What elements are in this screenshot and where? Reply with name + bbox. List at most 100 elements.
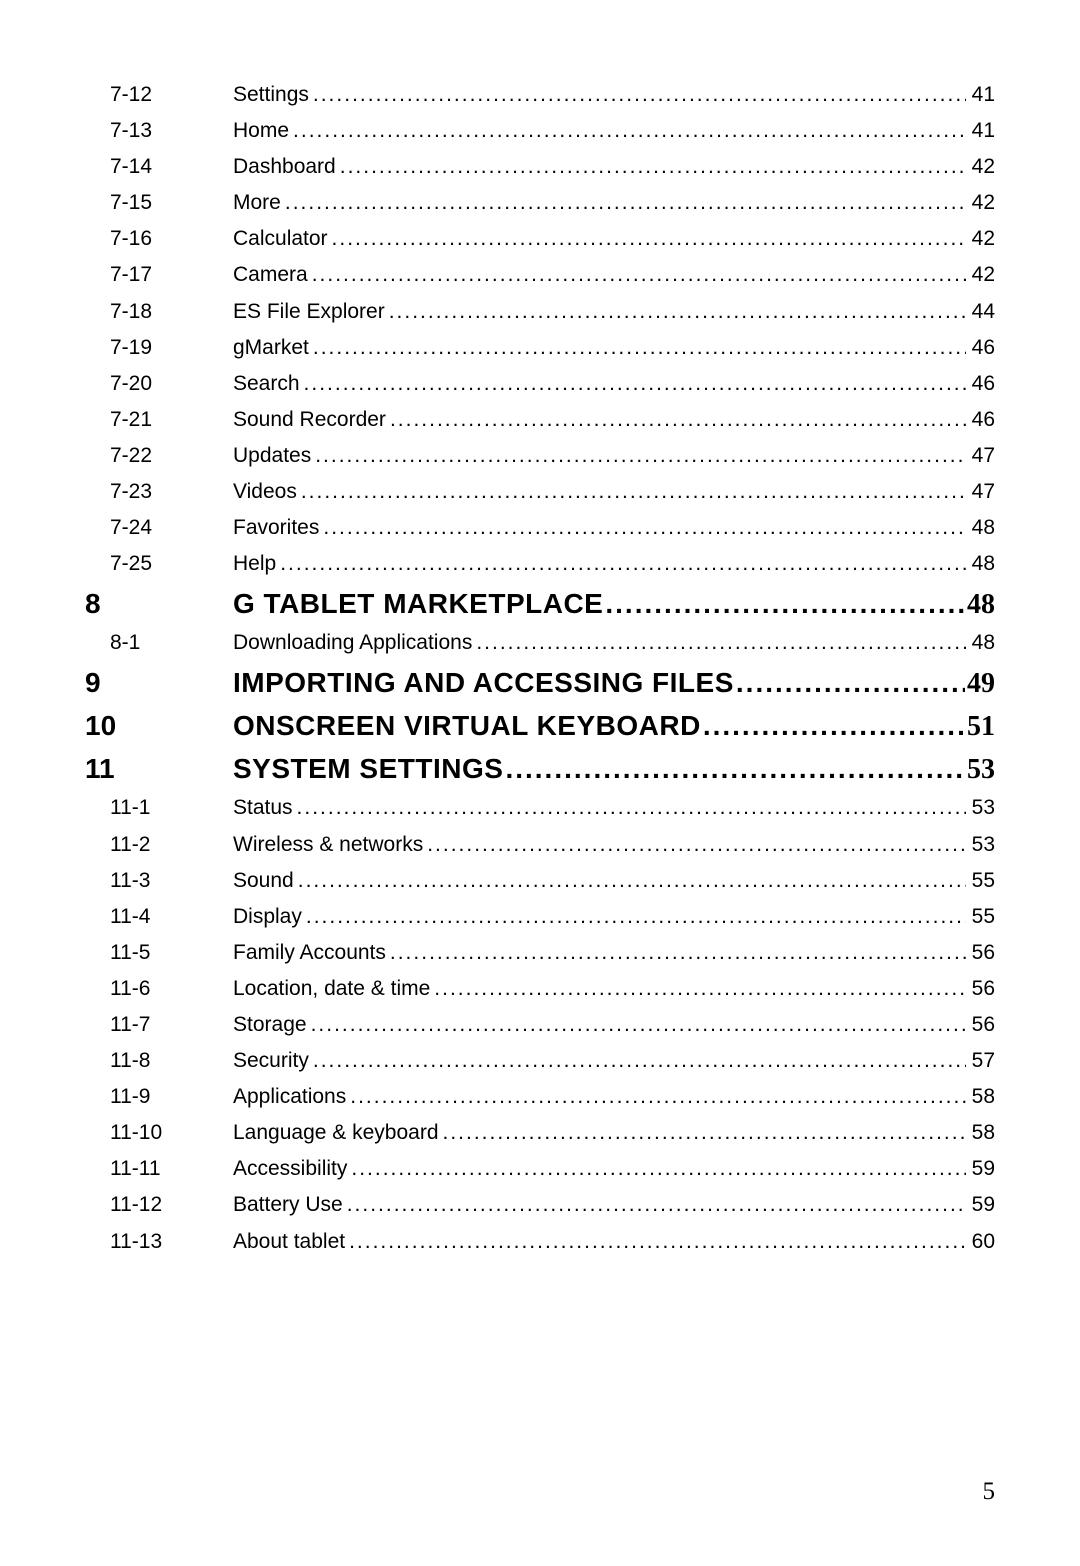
page-number: 5 xyxy=(983,1478,996,1506)
toc-dot-leader xyxy=(345,1230,966,1253)
toc-sub-number: 11-5 xyxy=(85,941,233,964)
toc-sub-page: 42 xyxy=(966,191,995,214)
toc-sub-page: 56 xyxy=(966,977,995,1000)
toc-dot-leader xyxy=(385,300,966,323)
toc-sub-entry: 11-9Applications58 xyxy=(85,1085,995,1108)
toc-chapter-entry: 8G TABLET MARKETPLACE 48 xyxy=(85,588,995,621)
toc-sub-number: 7-13 xyxy=(85,119,233,142)
toc-chapter-title: SYSTEM SETTINGS xyxy=(233,753,503,785)
toc-sub-title: Language & keyboard xyxy=(233,1121,439,1144)
toc-sub-title: Location, date & time xyxy=(233,977,430,1000)
toc-dot-leader xyxy=(734,667,965,699)
toc-sub-page: 55 xyxy=(966,905,995,928)
toc-sub-entry: 7-16Calculator42 xyxy=(85,227,995,250)
toc-dot-leader xyxy=(281,191,966,214)
toc-sub-page: 41 xyxy=(966,119,995,142)
toc-sub-entry: 7-15More42 xyxy=(85,191,995,214)
toc-sub-title: Search xyxy=(233,372,300,395)
toc-sub-page: 55 xyxy=(966,869,995,892)
toc-sub-title: Applications xyxy=(233,1085,346,1108)
toc-dot-leader xyxy=(336,155,966,178)
toc-sub-page: 46 xyxy=(966,372,995,395)
toc-chapter-entry: 9IMPORTING AND ACCESSING FILES49 xyxy=(85,667,995,700)
toc-dot-leader xyxy=(343,1193,966,1216)
toc-sub-number: 7-16 xyxy=(85,227,233,250)
toc-sub-title: Help xyxy=(233,552,276,575)
toc-sub-title: Sound Recorder xyxy=(233,408,386,431)
toc-chapter-entry: 10ONSCREEN VIRTUAL KEYBOARD51 xyxy=(85,710,995,743)
toc-dot-leader xyxy=(309,1049,966,1072)
toc-sub-page: 59 xyxy=(966,1157,995,1180)
toc-dot-leader xyxy=(503,753,965,785)
toc-sub-entry: 7-21Sound Recorder 46 xyxy=(85,408,995,431)
toc-sub-title: Updates xyxy=(233,444,311,467)
toc-dot-leader xyxy=(311,444,965,467)
toc-sub-page: 60 xyxy=(966,1230,995,1253)
toc-dot-leader xyxy=(289,119,966,142)
toc-sub-entry: 11-5Family Accounts56 xyxy=(85,941,995,964)
toc-sub-entry: 7-18ES File Explorer44 xyxy=(85,300,995,323)
toc-sub-number: 8-1 xyxy=(85,631,233,654)
toc-sub-page: 59 xyxy=(966,1193,995,1216)
toc-dot-leader xyxy=(309,336,966,359)
toc-sub-entry: 7-19gMarket46 xyxy=(85,336,995,359)
toc-chapter-number: 8 xyxy=(85,588,233,620)
toc-dot-leader xyxy=(423,833,965,856)
toc-sub-entry: 7-17Camera42 xyxy=(85,263,995,286)
toc-sub-entry: 11-8Security57 xyxy=(85,1049,995,1072)
toc-sub-page: 56 xyxy=(966,941,995,964)
toc-sub-number: 11-1 xyxy=(85,796,233,819)
toc-chapter-entry: 11SYSTEM SETTINGS53 xyxy=(85,753,995,786)
toc-sub-number: 7-14 xyxy=(85,155,233,178)
toc-sub-number: 7-23 xyxy=(85,480,233,503)
toc-sub-number: 11-13 xyxy=(85,1230,233,1253)
toc-dot-leader xyxy=(309,83,966,106)
toc-dot-leader xyxy=(701,710,965,742)
toc-dot-leader xyxy=(294,869,966,892)
toc-chapter-page: 53 xyxy=(965,754,995,786)
toc-sub-entry: 11-12Battery Use59 xyxy=(85,1193,995,1216)
toc-chapter-number: 9 xyxy=(85,667,233,699)
toc-sub-page: 47 xyxy=(966,444,995,467)
toc-sub-title: Accessibility xyxy=(233,1157,347,1180)
toc-sub-entry: 11-6Location, date & time 56 xyxy=(85,977,995,1000)
toc-sub-title: ES File Explorer xyxy=(233,300,385,323)
toc-sub-title: About tablet xyxy=(233,1230,345,1253)
toc-container: 7-12Settings417-13Home417-14Dashboard427… xyxy=(85,83,995,1253)
toc-sub-title: Security xyxy=(233,1049,309,1072)
toc-sub-page: 46 xyxy=(966,408,995,431)
toc-sub-page: 46 xyxy=(966,336,995,359)
toc-sub-entry: 7-25Help48 xyxy=(85,552,995,575)
toc-sub-entry: 7-23Videos47 xyxy=(85,480,995,503)
toc-sub-number: 7-21 xyxy=(85,408,233,431)
toc-dot-leader xyxy=(293,796,966,819)
toc-dot-leader xyxy=(297,480,966,503)
toc-sub-number: 11-2 xyxy=(85,833,233,856)
toc-sub-entry: 11-1Status53 xyxy=(85,796,995,819)
toc-sub-page: 58 xyxy=(966,1121,995,1144)
toc-sub-entry: 11-10Language & keyboard58 xyxy=(85,1121,995,1144)
toc-sub-number: 7-25 xyxy=(85,552,233,575)
toc-sub-entry: 11-13About tablet 60 xyxy=(85,1230,995,1253)
toc-sub-page: 48 xyxy=(966,516,995,539)
toc-sub-number: 7-20 xyxy=(85,372,233,395)
toc-dot-leader xyxy=(472,631,965,654)
toc-dot-leader xyxy=(386,941,966,964)
document-page: 7-12Settings417-13Home417-14Dashboard427… xyxy=(0,0,1080,1566)
toc-sub-page: 41 xyxy=(966,83,995,106)
toc-dot-leader xyxy=(302,905,966,928)
toc-chapter-page: 48 xyxy=(965,589,995,621)
toc-sub-number: 11-6 xyxy=(85,977,233,1000)
toc-sub-entry: 8-1Downloading Applications48 xyxy=(85,631,995,654)
toc-sub-title: Calculator xyxy=(233,227,328,250)
toc-sub-number: 7-22 xyxy=(85,444,233,467)
toc-sub-title: Dashboard xyxy=(233,155,336,178)
toc-sub-title: gMarket xyxy=(233,336,309,359)
toc-dot-leader xyxy=(386,408,966,431)
toc-sub-title: Videos xyxy=(233,480,297,503)
toc-sub-title: Wireless & networks xyxy=(233,833,423,856)
toc-chapter-title: G TABLET MARKETPLACE xyxy=(233,588,603,620)
toc-sub-title: Settings xyxy=(233,83,309,106)
toc-sub-number: 11-3 xyxy=(85,869,233,892)
toc-chapter-title: IMPORTING AND ACCESSING FILES xyxy=(233,667,734,699)
